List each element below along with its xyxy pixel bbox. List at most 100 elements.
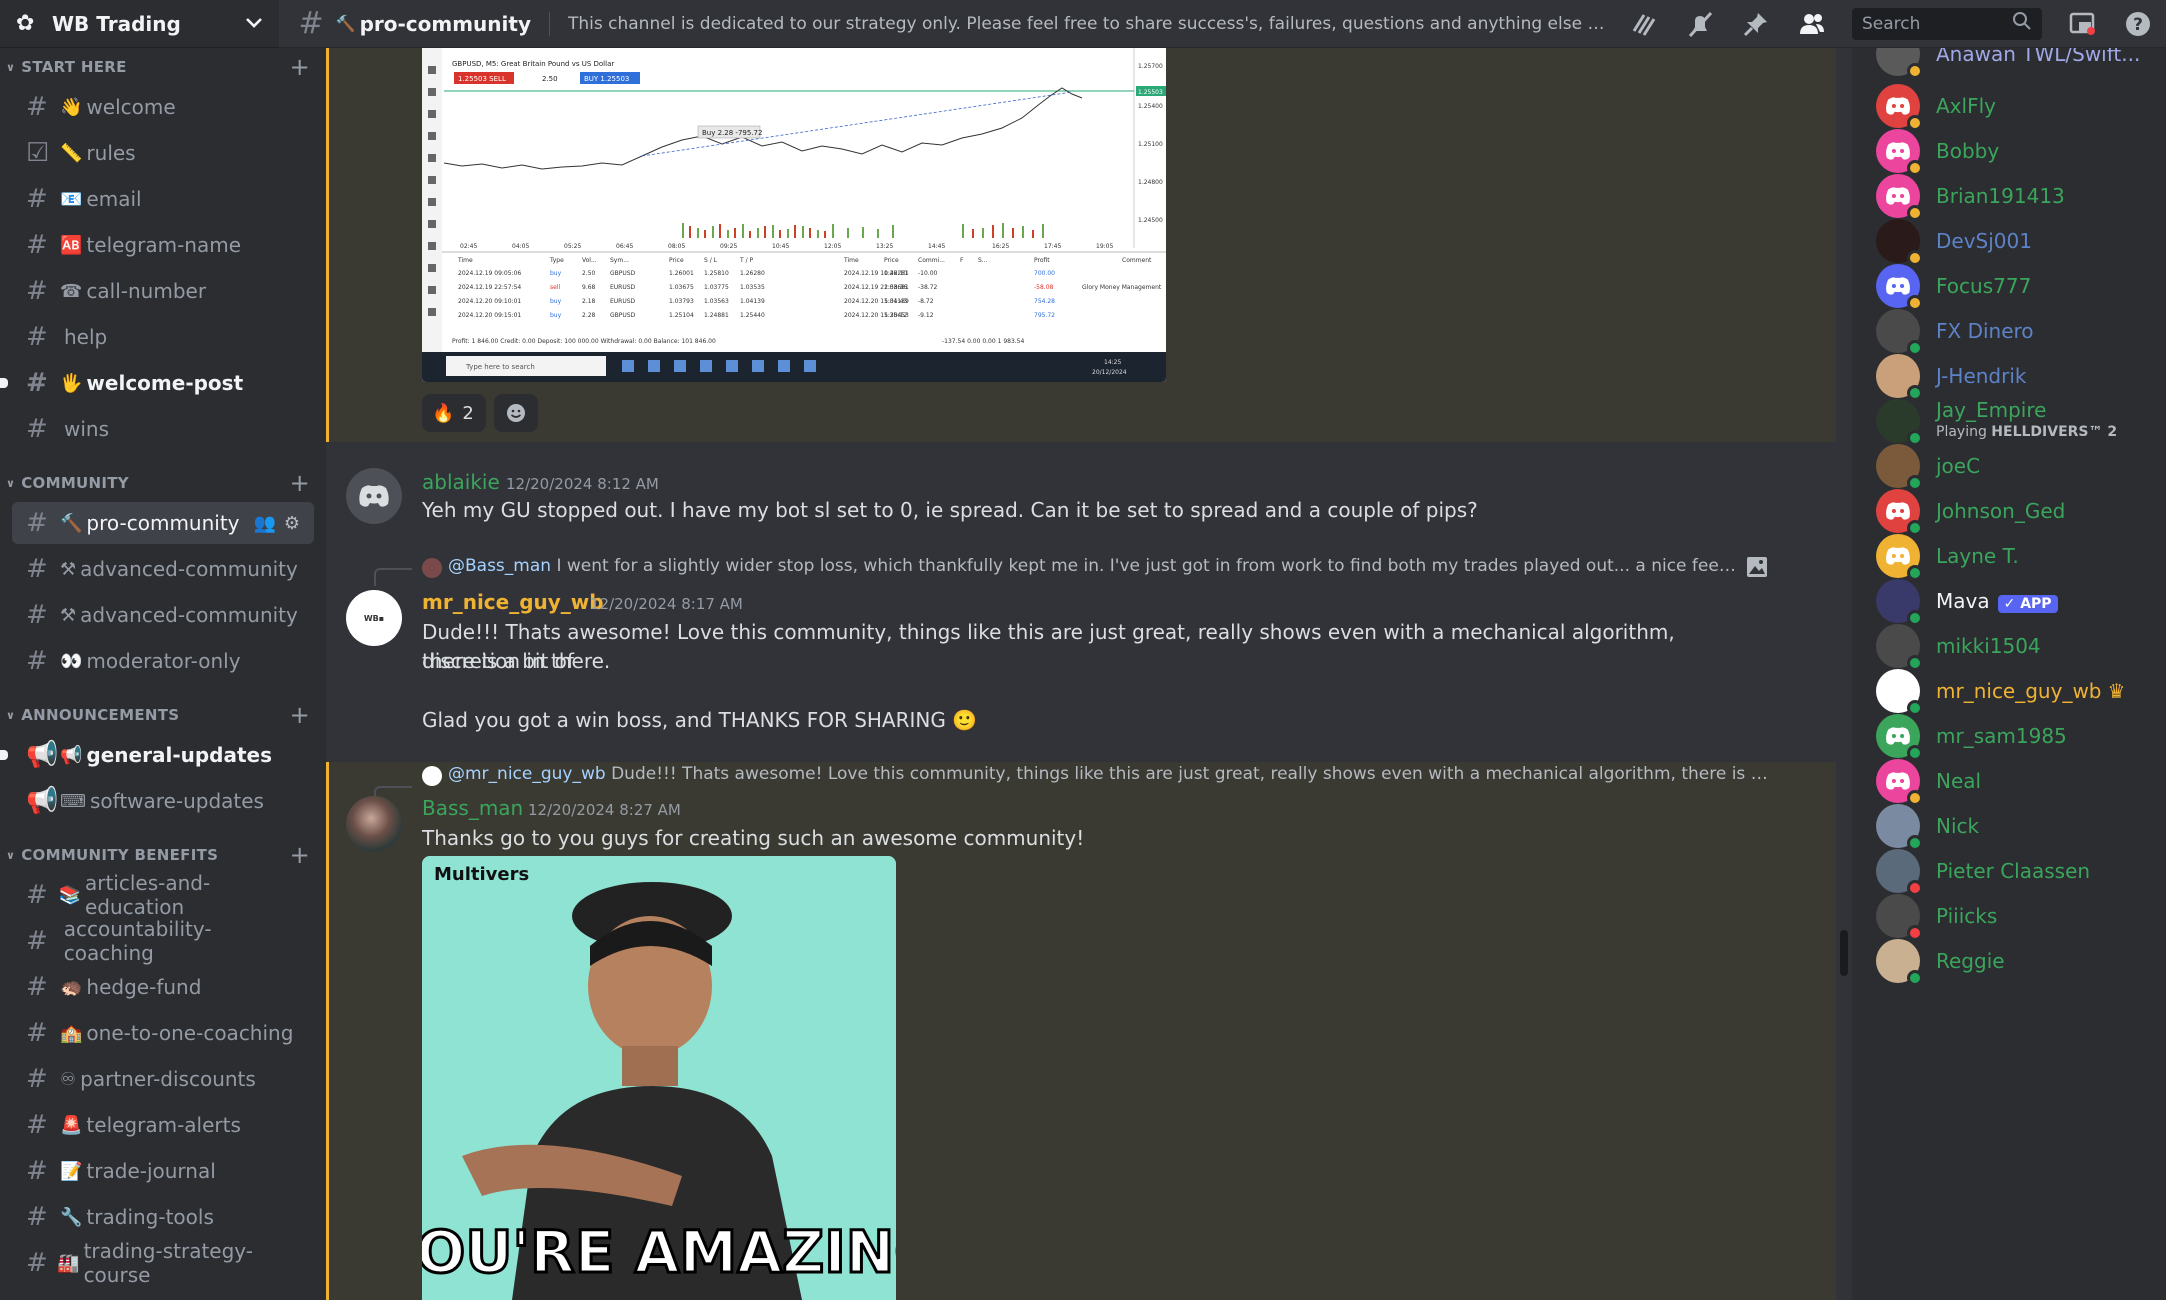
- megaphone-icon: 📢: [26, 786, 59, 816]
- channel-accountability-coaching[interactable]: # accountability-coaching: [12, 917, 314, 965]
- message-author[interactable]: Bass_man: [422, 796, 523, 820]
- channel-telegram-alerts[interactable]: # 🚨 telegram-alerts: [12, 1104, 314, 1146]
- channel-rules[interactable]: ☑ 📏 rules: [12, 132, 314, 174]
- channel-trade-journal[interactable]: # 📝 trade-journal: [12, 1150, 314, 1192]
- channel-label: welcome-post: [86, 371, 244, 395]
- chat-scrollbar[interactable]: [1840, 930, 1848, 976]
- channel-wins[interactable]: # wins: [12, 408, 314, 450]
- channel-topic[interactable]: This channel is dedicated to our strateg…: [568, 14, 1608, 34]
- member-item[interactable]: Layne T.: [1876, 532, 2019, 581]
- create-channel-icon[interactable]: +: [290, 469, 310, 497]
- threads-icon[interactable]: [1628, 8, 1660, 40]
- taskbar-time: 14:25: [1104, 359, 1121, 366]
- notifications-muted-icon[interactable]: [1684, 8, 1716, 40]
- member-item[interactable]: Neal: [1876, 757, 1981, 806]
- member-item[interactable]: J-Hendrik: [1876, 352, 2026, 401]
- create-channel-icon[interactable]: +: [290, 701, 310, 729]
- member-item[interactable]: Anawan TWL/Swift...: [1876, 48, 2140, 79]
- channel-email[interactable]: # 📧 email: [12, 178, 314, 220]
- channel-call-number[interactable]: # ☎ call-number: [12, 270, 314, 312]
- member-name: Nick: [1936, 814, 1979, 838]
- channel-advanced-community[interactable]: # ⚒ advanced-community: [12, 548, 314, 590]
- member-name: Brian191413: [1936, 184, 2065, 208]
- reaction-count: 2: [462, 402, 474, 424]
- member-item[interactable]: Pieter Claassen: [1876, 847, 2090, 896]
- channel-help[interactable]: # help: [12, 316, 314, 358]
- channel-articles-and-education[interactable]: # 📚 articles-and-education: [12, 871, 314, 919]
- category-announcements[interactable]: ∨ ANNOUNCEMENTS +: [0, 700, 326, 730]
- member-item[interactable]: Nick: [1876, 802, 1979, 851]
- channel-label: wins: [64, 417, 110, 441]
- member-item[interactable]: Reggie: [1876, 937, 2005, 986]
- member-item[interactable]: joeC: [1876, 442, 1980, 491]
- hash-icon: #: [26, 1064, 48, 1094]
- reaction-fire[interactable]: 🔥 2: [422, 394, 486, 432]
- reply-text: Dude!!! Thats awesome! Love this communi…: [611, 764, 1778, 784]
- table-cell: 2024.12.20 09:10:01: [458, 298, 521, 305]
- channel-welcome-post[interactable]: # 🖐 welcome-post: [0, 362, 314, 404]
- avatar[interactable]: WB▪: [346, 590, 402, 646]
- category-community[interactable]: ∨ COMMUNITY +: [0, 468, 326, 498]
- channel-telegram-name[interactable]: # 🆎 telegram-name: [12, 224, 314, 266]
- member-item[interactable]: mr_sam1985: [1876, 712, 2067, 761]
- channel-moderator-only[interactable]: # 👀 moderator-only: [12, 640, 314, 682]
- member-item[interactable]: mikki1504: [1876, 622, 2041, 671]
- add-reaction-button[interactable]: [494, 394, 538, 432]
- trading-screenshot-attachment[interactable]: GBPUSD, M5: Great Britain Pound vs US Do…: [422, 48, 1166, 382]
- invite-icon[interactable]: 👥: [253, 513, 275, 534]
- member-item[interactable]: AxlFly: [1876, 82, 1996, 131]
- help-icon[interactable]: ?: [2122, 8, 2154, 40]
- member-item[interactable]: Johnson_Ged: [1876, 487, 2065, 536]
- member-item[interactable]: Brian191413: [1876, 172, 2065, 221]
- table-header: Price: [669, 257, 684, 264]
- reply-preview[interactable]: @Bass_man I went for a slightly wider st…: [448, 556, 1738, 576]
- member-item[interactable]: Jay_Empire Playing HELLDIVERS™ 2: [1876, 397, 2117, 446]
- message-author[interactable]: ablaikie: [422, 470, 500, 494]
- channel-label: pro-community: [86, 511, 240, 535]
- top-bar: ✿ WB Trading # 🔨 pro-community This chan…: [0, 0, 2166, 48]
- member-item[interactable]: FX Dinero: [1876, 307, 2034, 356]
- gif-attachment[interactable]: Multivers YOU'RE AMAZING: [422, 856, 896, 1300]
- category-start-here[interactable]: ∨ START HERE +: [0, 52, 326, 82]
- member-item[interactable]: DevSj001: [1876, 217, 2032, 266]
- pin-icon[interactable]: [1740, 8, 1772, 40]
- channel-general-updates[interactable]: 📢 📢 general-updates: [0, 734, 314, 776]
- member-item[interactable]: Bobby: [1876, 127, 1999, 176]
- avatar[interactable]: [346, 468, 402, 524]
- channel-advanced-community-2[interactable]: # ⚒ advanced-community: [12, 594, 314, 636]
- message-text: Yeh my GU stopped out. I have my bot sl …: [422, 498, 1478, 522]
- channel-software-updates[interactable]: 📢 ⌨ software-updates: [12, 780, 314, 822]
- member-name-label: Brian191413: [1936, 184, 2065, 208]
- channel-pro-community[interactable]: # 🔨 pro-community 👥 ⚙: [12, 502, 314, 544]
- server-header[interactable]: ✿ WB Trading: [0, 0, 279, 48]
- channel-label: trade-journal: [86, 1159, 216, 1183]
- discord-logo-icon: [1886, 772, 1910, 790]
- member-item[interactable]: Piiicks: [1876, 892, 1997, 941]
- channel-one-to-one-coaching[interactable]: # 🏫 one-to-one-coaching: [12, 1012, 314, 1054]
- inbox-icon[interactable]: [2066, 8, 2098, 40]
- hash-icon: #: [26, 1156, 48, 1186]
- discord-logo-icon: [1886, 187, 1910, 205]
- member-item[interactable]: Focus777: [1876, 262, 2031, 311]
- member-text: Pieter Claassen: [1920, 859, 2090, 883]
- channel-trading-strategy-course[interactable]: # 🏭 trading-strategy-course: [12, 1239, 314, 1287]
- channel-trading-tools[interactable]: # 🔧 trading-tools: [12, 1196, 314, 1238]
- avatar[interactable]: [346, 796, 402, 852]
- member-name: mr_sam1985: [1936, 724, 2067, 748]
- create-channel-icon[interactable]: +: [290, 841, 310, 869]
- category-community-benefits[interactable]: ∨ COMMUNITY BENEFITS +: [0, 840, 326, 870]
- gear-icon[interactable]: ⚙: [284, 513, 300, 534]
- table-header: Profit: [1034, 257, 1050, 264]
- channel-hedge-fund[interactable]: # 🦔 hedge-fund: [12, 966, 314, 1008]
- channel-welcome[interactable]: # 👋 welcome: [12, 86, 314, 128]
- member-list-icon[interactable]: [1796, 8, 1828, 40]
- create-channel-icon[interactable]: +: [290, 53, 310, 81]
- message-author[interactable]: mr_nice_guy_wb: [422, 590, 604, 614]
- member-item[interactable]: mr_nice_guy_wb ♛: [1876, 667, 2125, 716]
- channel-partner-discounts[interactable]: # ♾ partner-discounts: [12, 1058, 314, 1100]
- reply-preview[interactable]: @mr_nice_guy_wb Dude!!! Thats awesome! L…: [448, 764, 1778, 784]
- channel-actions: 👥 ⚙: [253, 513, 300, 534]
- member-item[interactable]: Mava ✓ APP: [1876, 577, 2058, 626]
- chevron-down-icon[interactable]: [245, 13, 263, 34]
- search-input[interactable]: Search: [1852, 7, 2042, 40]
